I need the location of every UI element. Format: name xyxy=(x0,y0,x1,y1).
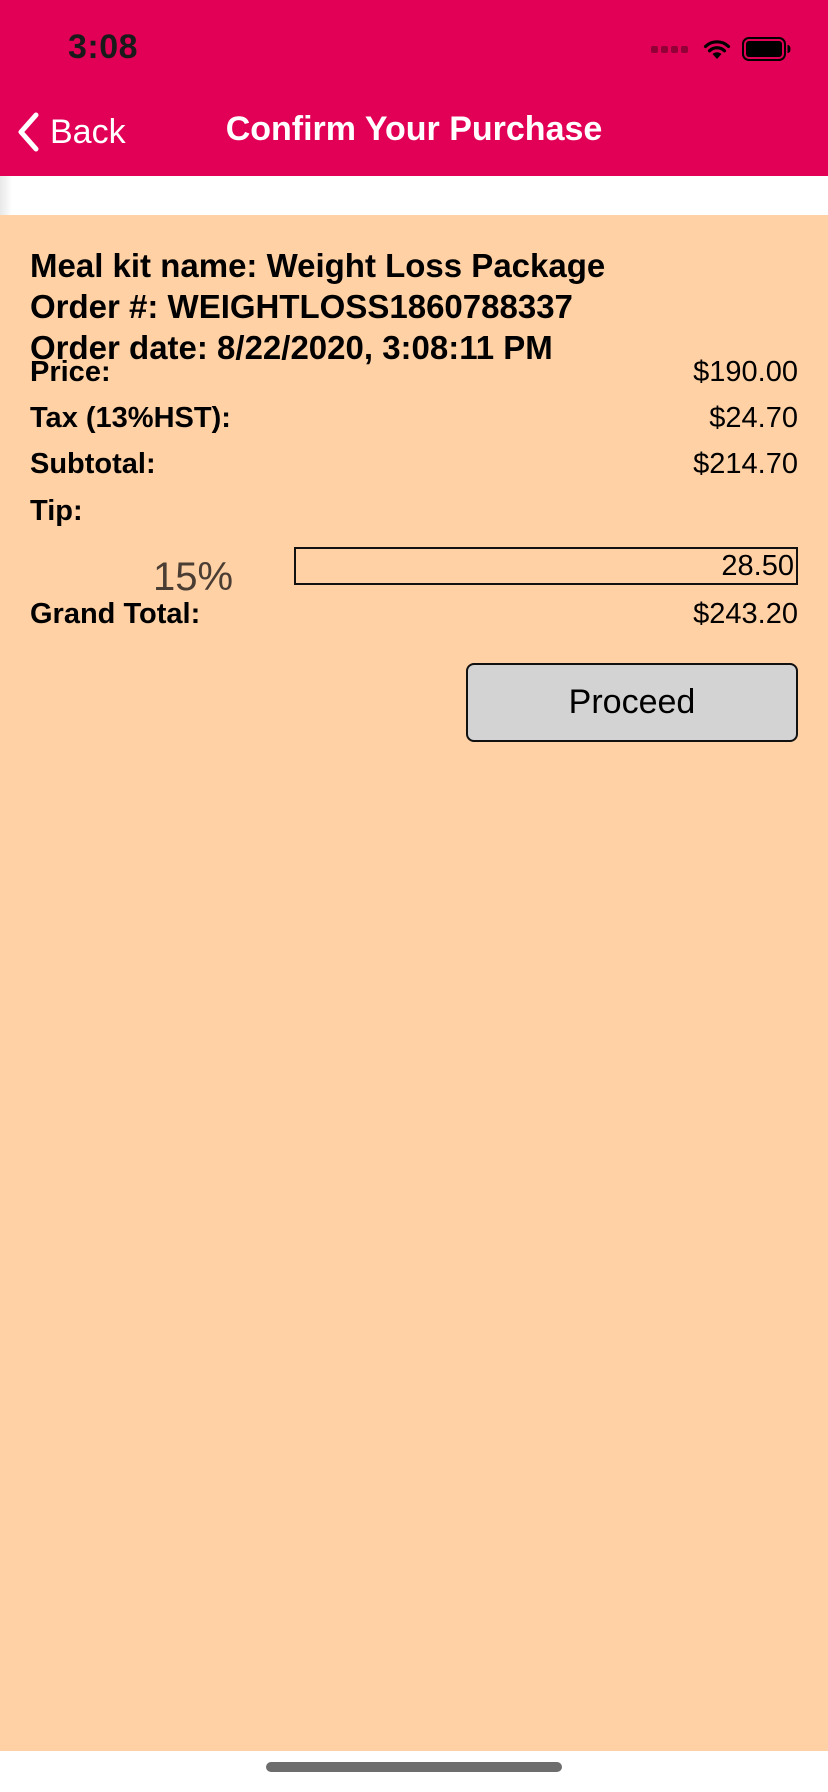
tax-value: $24.70 xyxy=(709,402,798,434)
header-divider-band xyxy=(0,176,828,215)
navigation-header: 3:08 Back Confirm Your Purchase xyxy=(0,0,828,176)
order-info: Meal kit name: Weight Loss Package Order… xyxy=(30,245,605,368)
order-content-panel: Meal kit name: Weight Loss Package Order… xyxy=(0,215,828,1751)
wifi-icon xyxy=(703,40,731,59)
meal-kit-name: Meal kit name: Weight Loss Package xyxy=(30,247,606,284)
home-indicator[interactable] xyxy=(266,1762,562,1772)
grand-total-row: Grand Total: $243.20 xyxy=(30,598,798,638)
tax-label: Tax (13%HST): xyxy=(30,402,231,434)
subtotal-label: Subtotal: xyxy=(30,448,156,480)
cellular-signal-icon xyxy=(651,45,688,53)
tip-label: Tip: xyxy=(30,495,83,527)
price-value: $190.00 xyxy=(693,356,798,388)
tip-percent-selector[interactable]: 15% xyxy=(153,555,233,600)
header-divider-edge xyxy=(0,176,12,215)
tip-row: Tip: xyxy=(30,495,150,535)
grand-total-value: $243.20 xyxy=(693,598,798,630)
order-number: Order #: WEIGHTLOSS1860788337 xyxy=(30,288,573,325)
purchase-confirmation-screen: 3:08 Back Confirm Your Purchase Meal kit… xyxy=(0,0,828,1792)
tip-amount-input[interactable] xyxy=(294,547,798,585)
status-bar-time: 3:08 xyxy=(68,28,139,66)
price-row: Price: $190.00 xyxy=(30,356,798,396)
tax-row: Tax (13%HST): $24.70 xyxy=(30,402,798,442)
subtotal-row: Subtotal: $214.70 xyxy=(30,448,798,488)
price-label: Price: xyxy=(30,356,111,388)
grand-total-label: Grand Total: xyxy=(30,598,201,630)
subtotal-value: $214.70 xyxy=(693,448,798,480)
status-bar-icons xyxy=(651,34,792,64)
page-title: Confirm Your Purchase xyxy=(225,110,603,148)
battery-icon xyxy=(742,37,791,61)
proceed-button[interactable]: Proceed xyxy=(466,663,798,742)
